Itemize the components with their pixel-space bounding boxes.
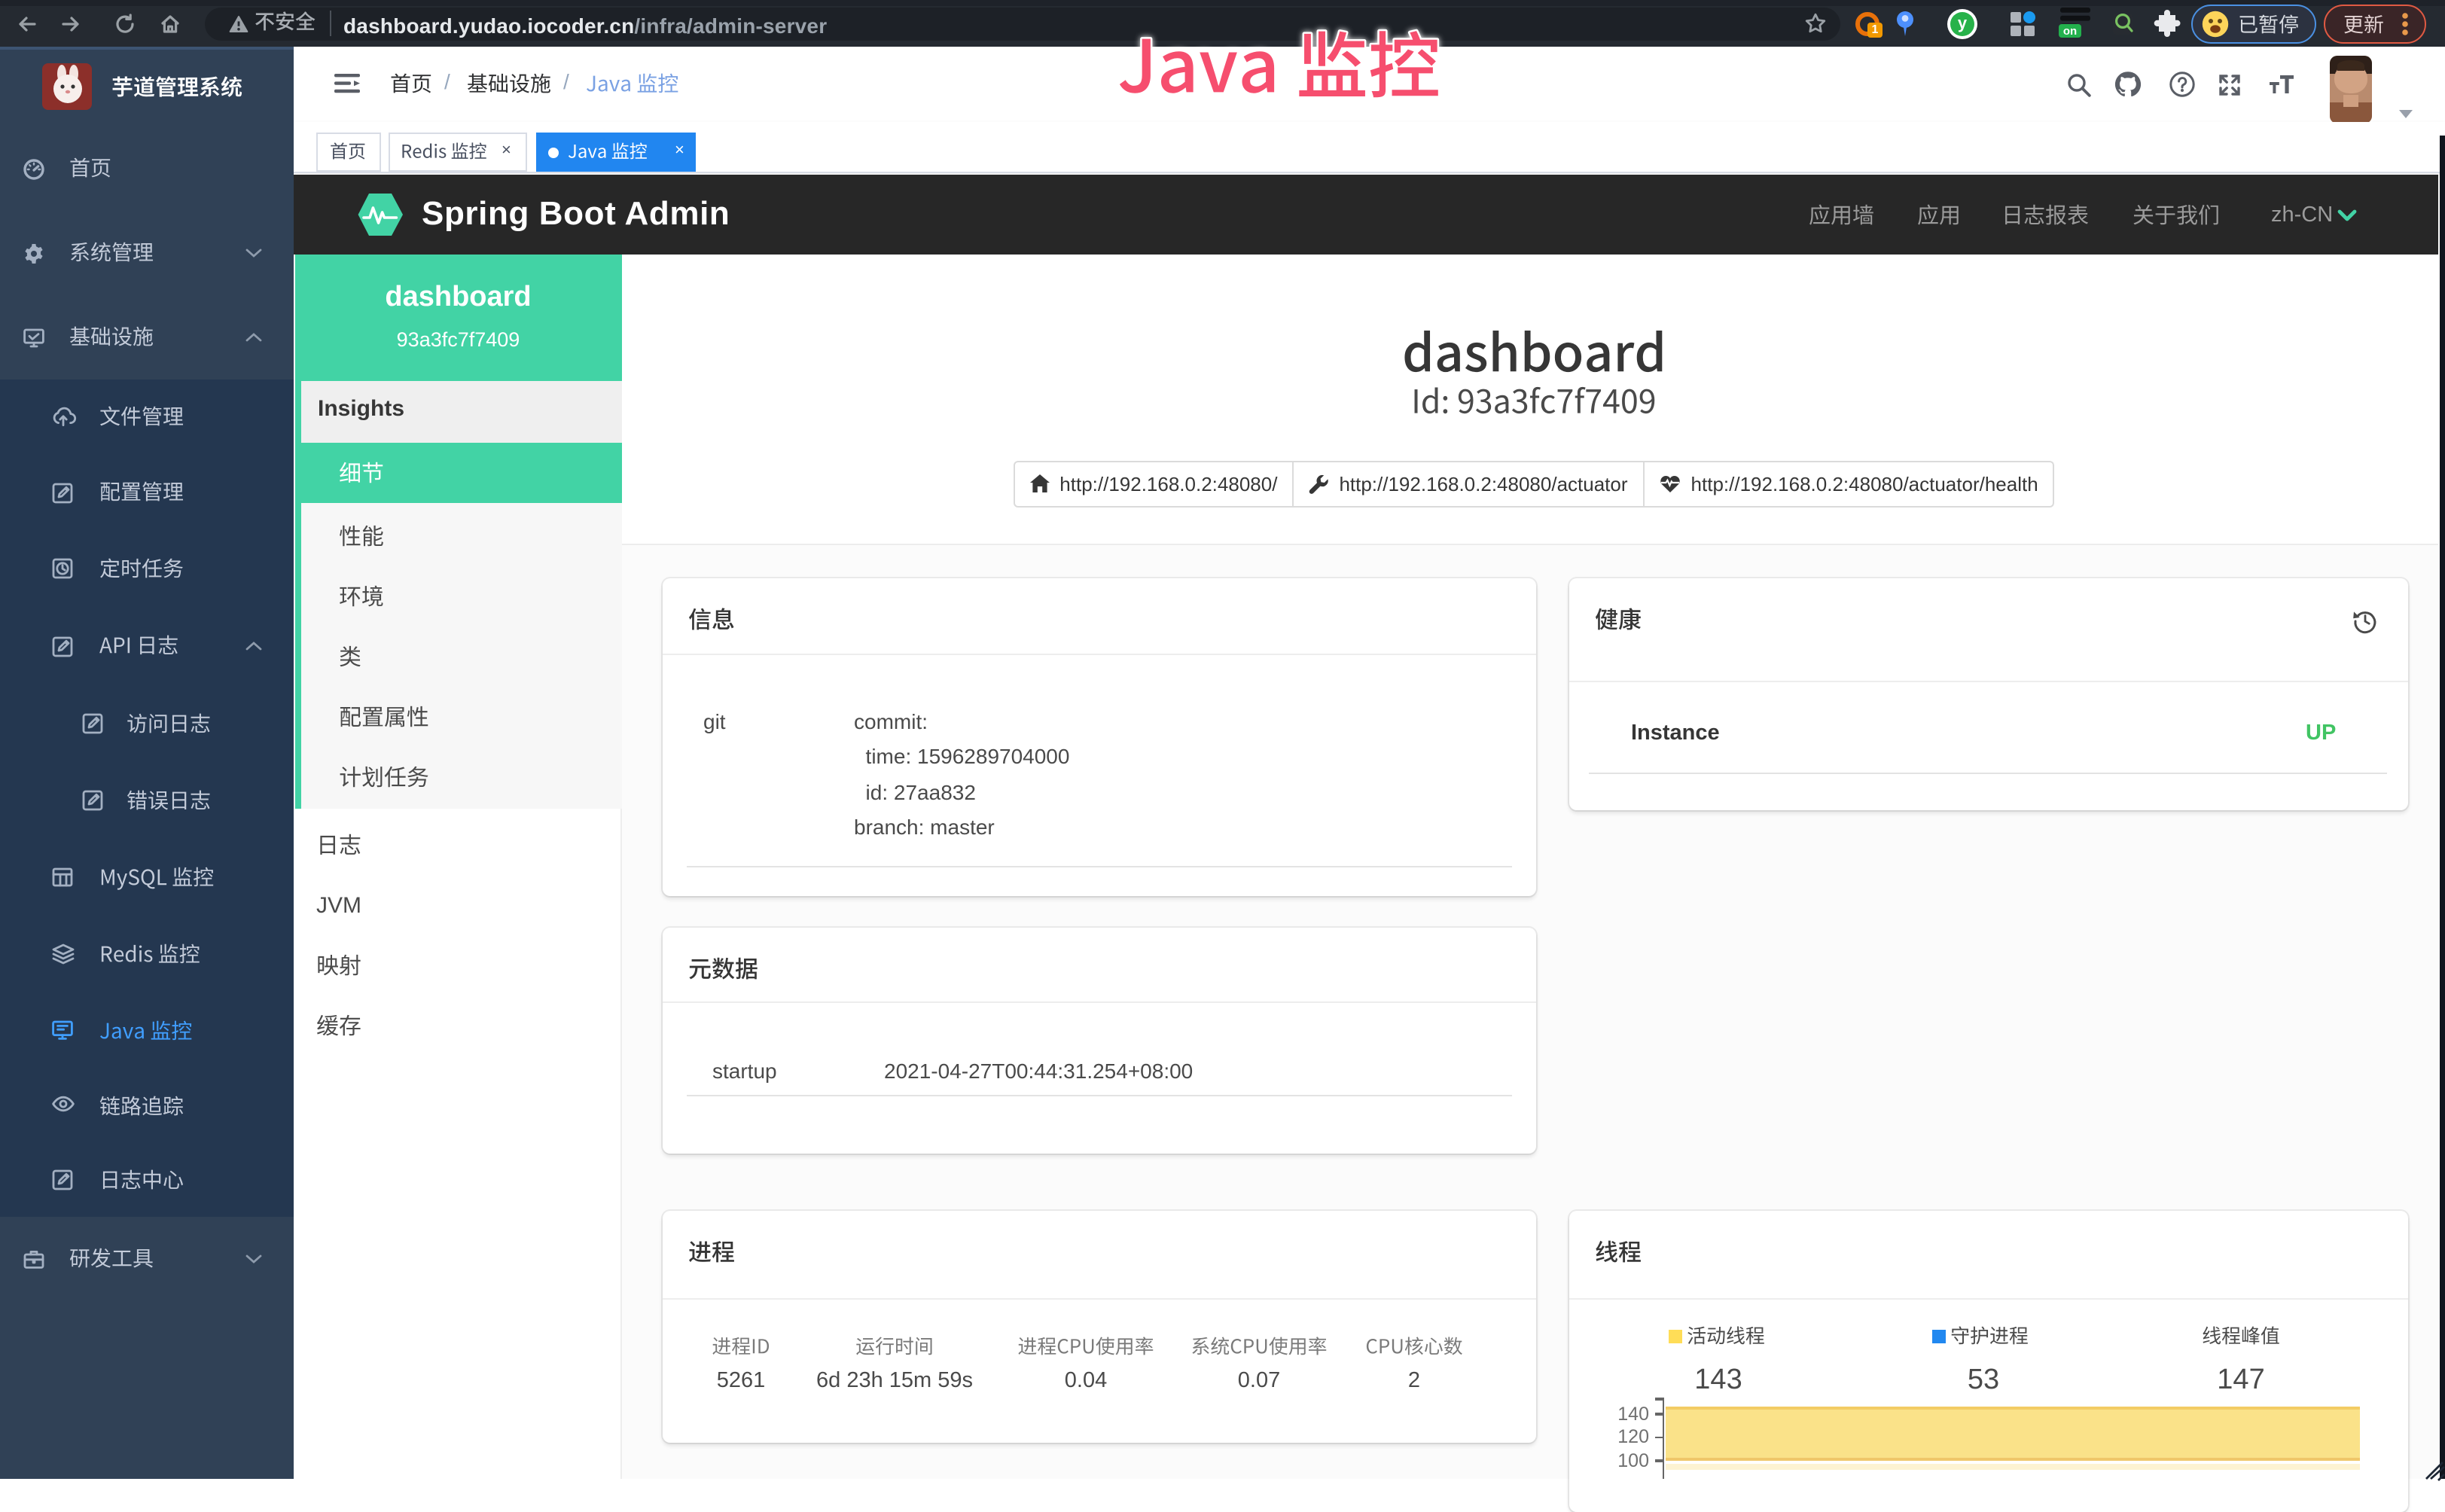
svg-text:on: on bbox=[2063, 25, 2077, 38]
